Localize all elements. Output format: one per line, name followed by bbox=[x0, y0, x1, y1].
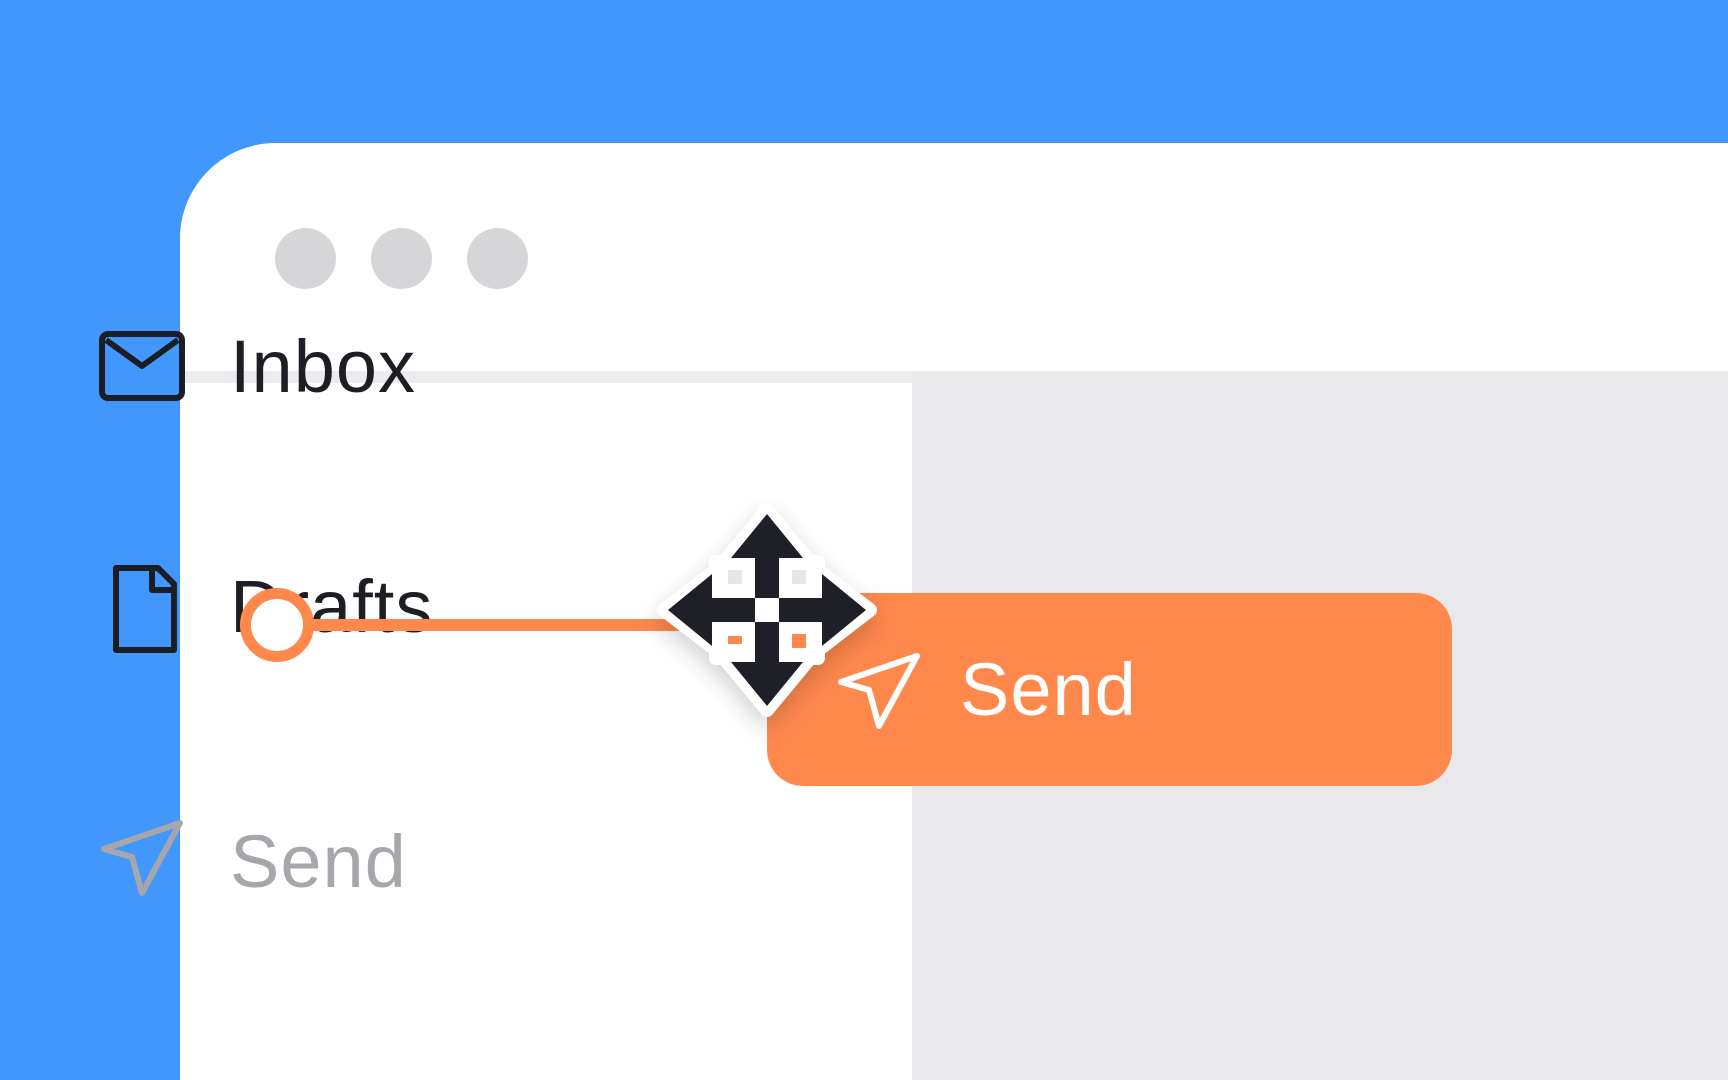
envelope-icon bbox=[99, 331, 185, 401]
sidebar-item-label: Inbox bbox=[230, 325, 417, 408]
move-cursor-icon bbox=[657, 503, 877, 717]
minimize-window-button[interactable] bbox=[371, 228, 432, 289]
zoom-window-button[interactable] bbox=[467, 228, 528, 289]
paper-plane-icon bbox=[101, 820, 183, 896]
sidebar-item-label: Send bbox=[230, 820, 407, 903]
dragged-item-label: Send bbox=[960, 648, 1137, 731]
drop-indicator-handle bbox=[240, 588, 314, 662]
close-window-button[interactable] bbox=[275, 228, 336, 289]
document-icon bbox=[113, 565, 177, 653]
sidebar-item-send-placeholder: Send bbox=[0, 795, 732, 915]
sidebar-item-drafts[interactable]: Drafts bbox=[0, 540, 732, 660]
sidebar-item-inbox[interactable]: Inbox bbox=[0, 300, 732, 420]
